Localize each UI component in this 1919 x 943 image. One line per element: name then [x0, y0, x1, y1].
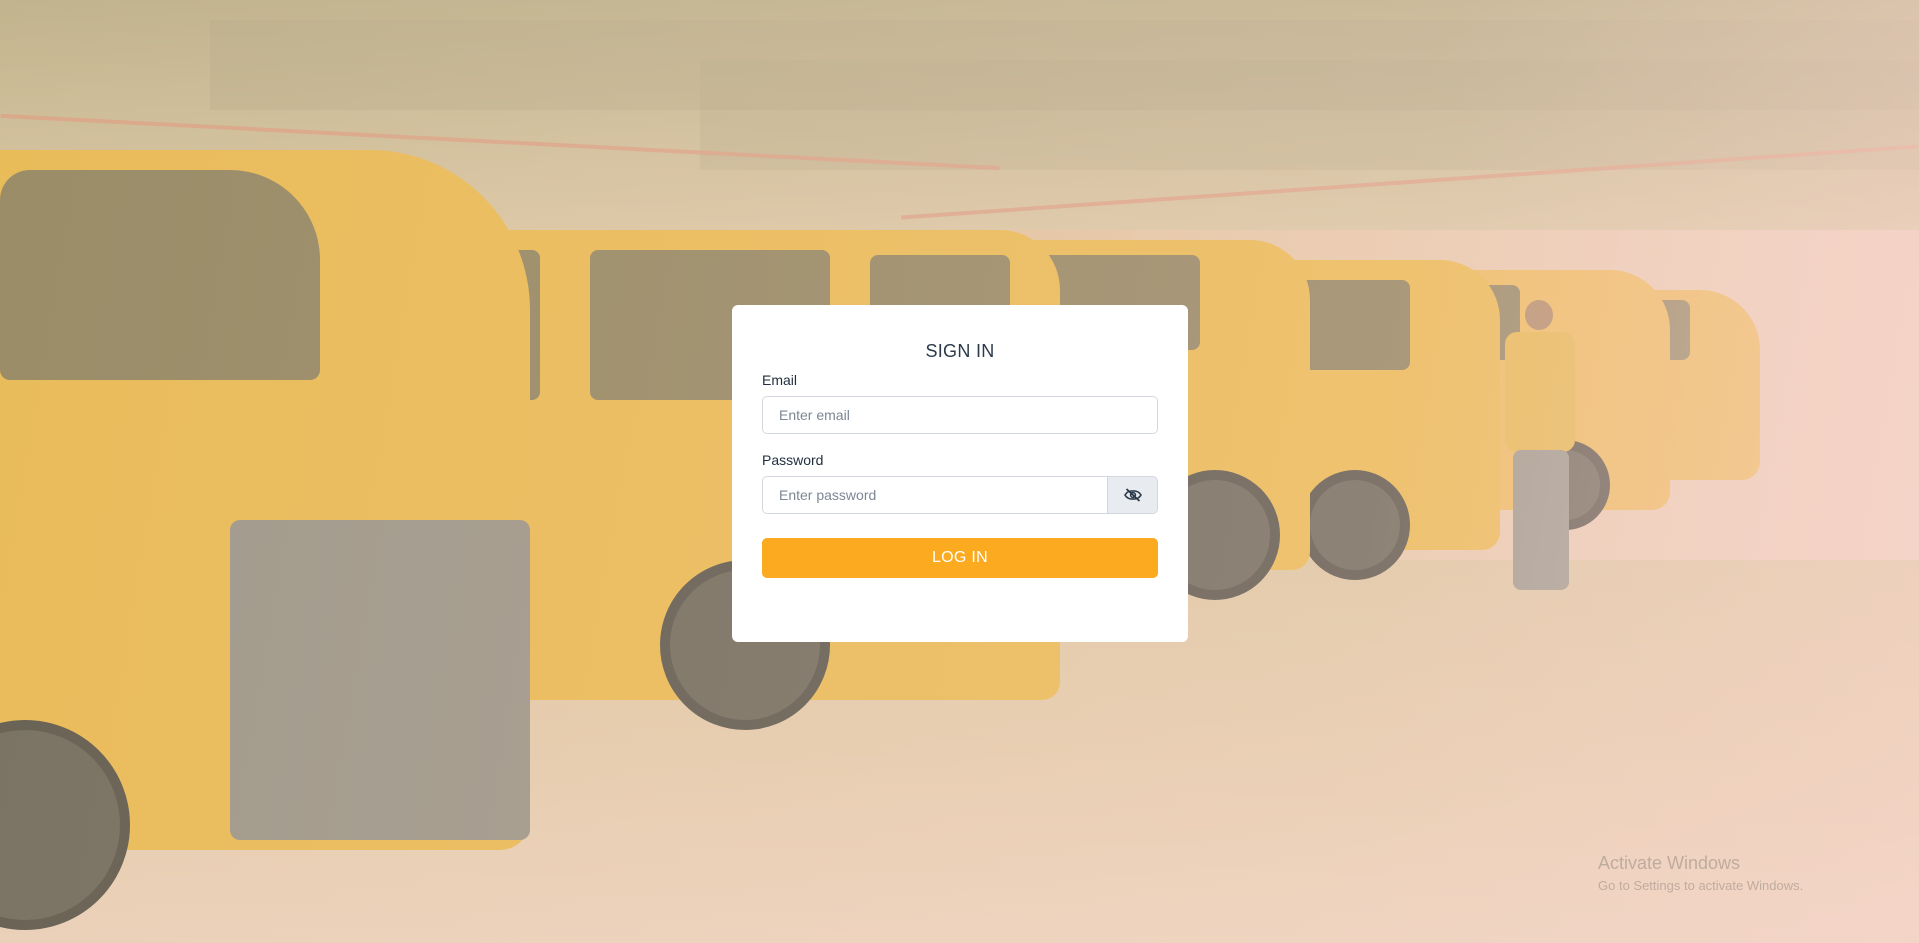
eye-slash-icon [1123, 488, 1142, 502]
watermark-subtitle: Go to Settings to activate Windows. [1598, 878, 1804, 893]
login-button[interactable]: LOG IN [762, 538, 1158, 578]
password-field[interactable] [762, 476, 1108, 514]
watermark-title: Activate Windows [1598, 853, 1741, 873]
signin-title: SIGN IN [925, 341, 995, 361]
password-visibility-toggle[interactable] [1108, 476, 1158, 514]
login-page: SIGN IN Email Password LOG IN Activate W… [0, 0, 1919, 943]
password-group [762, 476, 1158, 514]
password-label: Password [762, 452, 824, 468]
email-field[interactable] [762, 396, 1158, 434]
activate-windows-watermark: Activate Windows Go to Settings to activ… [1598, 853, 1803, 893]
email-label: Email [762, 372, 798, 388]
signin-card: SIGN IN Email Password LOG IN [732, 305, 1188, 642]
